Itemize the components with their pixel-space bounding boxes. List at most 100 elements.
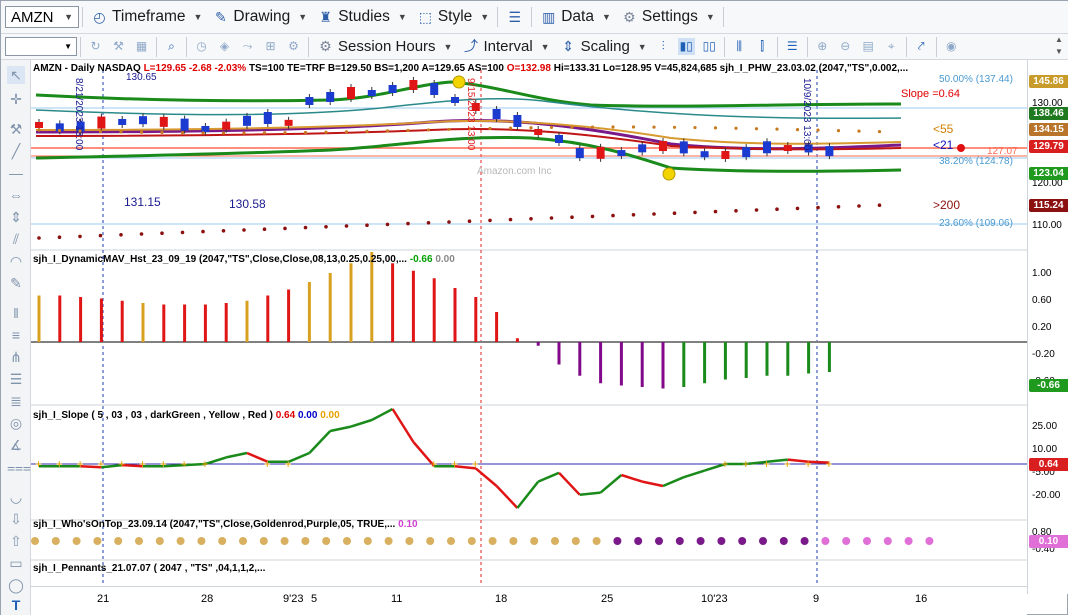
compress-icon[interactable]: ⫼ (731, 38, 748, 55)
curve-icon[interactable]: ◡ (7, 488, 25, 506)
interval-menu[interactable]: ⤴ Interval ▼ (457, 34, 554, 59)
settings-menu[interactable]: ⚙ Settings ▼ (616, 1, 720, 33)
pointer-icon[interactable]: ↖ (7, 66, 25, 84)
value-annotation: 130.58 (229, 197, 266, 211)
studies-label: Studies (338, 8, 390, 25)
candle-body (617, 150, 626, 157)
candle-body (97, 116, 106, 129)
line-icon[interactable]: ⤳ (239, 38, 256, 55)
candlestick-icon[interactable]: ▮▯ (677, 38, 695, 55)
divider (497, 7, 499, 27)
zoom-out-icon[interactable]: ⊖ (837, 38, 854, 55)
candle-body (763, 141, 771, 154)
vertical-line-icon[interactable]: ⇕ (7, 208, 25, 226)
orange-dot (713, 126, 718, 130)
zoom-icon[interactable]: ⌕ (163, 38, 180, 55)
pen-icon[interactable]: ✎ (7, 274, 25, 292)
divider (776, 36, 778, 57)
arrow-down-icon[interactable]: ⇩ (7, 510, 25, 528)
layout-icon[interactable]: ☰ (784, 38, 801, 55)
ma200-dot (78, 234, 82, 239)
text-tool-icon[interactable]: T (7, 596, 25, 614)
horizontal-ray-icon[interactable]: ⇔ (7, 186, 25, 204)
layout-button[interactable]: ☰ (501, 1, 528, 33)
data-window-icon[interactable]: ⊞ (262, 38, 279, 55)
settings-icon[interactable]: ⚙ (285, 38, 302, 55)
eye-icon[interactable]: ◉ (943, 38, 960, 55)
ma200-dot (57, 235, 62, 239)
trend-icon[interactable]: ⤤ (913, 38, 930, 55)
fib-label: 50.00% (137.44) (939, 74, 1013, 85)
symbol-input[interactable]: AMZN ▼ (5, 6, 79, 28)
ma55-label: <55 (933, 122, 954, 136)
refresh-icon[interactable]: ↻ (87, 38, 104, 55)
slope-point: + (763, 457, 770, 471)
divider (722, 7, 724, 27)
wrench-icon[interactable]: ⚒ (7, 120, 25, 138)
slope-header: sjh_I_Slope ( 5 , 03 , 03 , darkGreen , … (33, 410, 340, 421)
whos-on-top-dot (571, 537, 580, 545)
arrow-up-icon[interactable]: ⇧ (7, 532, 25, 550)
date-axis[interactable]: 21 28 9'23 5 11 18 25 10'23 9 16 (31, 586, 1027, 615)
chevron-down-icon[interactable]: ▼ (64, 42, 72, 51)
ma200-dot (488, 218, 492, 223)
timeframe-menu[interactable]: ◴ Timeframe ▼ (86, 1, 207, 33)
grid-icon[interactable]: ▦ (133, 38, 150, 55)
scroll-down-icon[interactable]: ▼ (1049, 46, 1068, 58)
chevron-down-icon: ▼ (397, 12, 407, 22)
angle-icon[interactable]: ∡ (7, 436, 25, 454)
gann-icon[interactable]: ⩶ (7, 458, 31, 476)
expand-icon[interactable]: ⫿ (754, 38, 771, 55)
scaling-menu[interactable]: ⇕ Scaling ▼ (555, 34, 652, 59)
divider (806, 36, 808, 57)
ma200-dot (549, 216, 554, 220)
horizontal-line-icon[interactable]: ― (7, 164, 25, 182)
toolbar-scroll[interactable]: ▲ ▼ (1049, 34, 1068, 60)
style-menu[interactable]: ⬚ Style ▼ (412, 1, 494, 33)
slope-segment (371, 407, 394, 422)
fan-icon[interactable]: ⋔ (7, 348, 25, 366)
crosshair-icon[interactable]: ✛ (7, 90, 25, 108)
zoom-in-icon[interactable]: ⊕ (814, 38, 831, 55)
studies-menu[interactable]: ♜ Studies ▼ (312, 1, 412, 33)
slope-line: + + + + + + + + + + + + + + + + + + + + (35, 407, 832, 509)
session-hours-menu[interactable]: ⚙ Session Hours ▼ (312, 34, 457, 59)
clock-icon[interactable]: ◷ (193, 38, 210, 55)
chevron-down-icon: ▼ (637, 41, 647, 52)
data-menu[interactable]: ▥ Data ▼ (535, 1, 616, 33)
ellipse-icon[interactable]: ◯ (7, 576, 25, 594)
scroll-up-icon[interactable]: ▲ (1049, 34, 1068, 46)
chevron-down-icon[interactable]: ▼ (64, 12, 73, 22)
levels2-icon[interactable]: ≣ (7, 392, 25, 410)
table-icon[interactable]: ▤ (860, 38, 877, 55)
chart-area[interactable]: + + + + + + + + + + + + + + + + + + + + AMZN - Daily NASDAQ… (31, 60, 1027, 594)
levels-icon[interactable]: ☰ (7, 370, 25, 388)
drawing-menu[interactable]: ✎ Drawing ▼ (207, 1, 312, 33)
spiral-icon[interactable]: ◎ (7, 414, 25, 432)
price-axis[interactable]: 130.00 120.00 110.00 145.86 138.46 134.1… (1027, 60, 1068, 594)
ma200-dot (775, 207, 779, 211)
wrench-icon[interactable]: ⚒ (110, 38, 127, 55)
fib-icon[interactable]: ≡ (7, 326, 25, 344)
high-marker (452, 75, 466, 89)
candle-body (159, 116, 168, 127)
trendline-icon[interactable]: ╱ (7, 142, 25, 160)
slope-point: + (742, 457, 749, 471)
columns-icon[interactable]: ‖ (7, 304, 25, 322)
rectangle-icon[interactable]: ▭ (7, 554, 25, 572)
candle-body (575, 148, 584, 159)
hollow-candle-icon[interactable]: ▯▯ (701, 38, 718, 55)
channel-icon[interactable]: ⫽ (7, 230, 25, 248)
vertical-line-label: 10/9/2023 13:00 (801, 78, 812, 151)
whos-on-top-dot (551, 537, 559, 545)
cursor-box-icon[interactable]: ⌖ (883, 38, 900, 55)
bar-chart-icon[interactable]: ⫶ (655, 38, 672, 55)
ma200-dot (447, 220, 451, 224)
candle-body (305, 97, 314, 105)
arc-icon[interactable]: ◠ (7, 252, 25, 270)
ma200-dot (816, 205, 820, 210)
whos-on-top-dot (592, 537, 601, 545)
cursor-icon[interactable]: ◈ (216, 38, 233, 55)
interval-input[interactable]: ▼ (5, 37, 77, 56)
study-name: sjh_I_Who'sOnTop_23.09.14 (2047,"TS",Clo… (33, 519, 396, 530)
